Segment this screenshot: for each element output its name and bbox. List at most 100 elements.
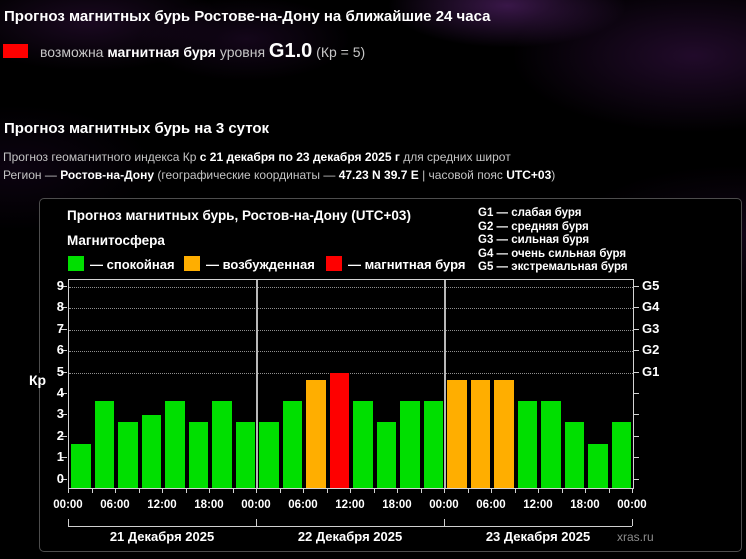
time-label-0: 00:00: [53, 499, 83, 511]
kp-bar-day1-slot6: [188, 422, 208, 488]
y-label-6: 6: [56, 342, 64, 358]
kp-bar-day3-slot2: [470, 379, 490, 488]
right-axis-label-G4: G4: [642, 299, 660, 315]
g-legend-line-3: G3 — сильная буря: [478, 234, 590, 246]
y-tick-right-6: [633, 350, 639, 352]
kp-bar-day3-slot6: [564, 422, 584, 488]
page-title-3day: Прогноз магнитных бурь на 3 суток: [4, 120, 270, 137]
gridline-kp6: [69, 351, 633, 353]
region-line-close: ): [551, 168, 556, 182]
time-label-10: 12:00: [523, 499, 553, 511]
x-tick-11: [326, 488, 328, 493]
x-tick-15: [420, 488, 422, 493]
alert-line: возможна магнитная буря уровня G1.0 (Кр …: [40, 41, 365, 62]
legend-swatch-excited: [184, 256, 200, 271]
kp-bar-day3-slot1: [447, 379, 467, 488]
y-label-7: 7: [56, 320, 64, 336]
x-tick-12: [350, 488, 351, 493]
x-tick-4: [162, 488, 163, 493]
period-suffix: для средних широт: [399, 150, 511, 164]
x-tick-2: [115, 488, 116, 493]
kp-bar-day2-slot6: [376, 422, 396, 488]
alert-prefix: возможна: [40, 44, 108, 60]
right-axis-label-G3: G3: [642, 320, 660, 336]
kp-bar-day1-slot4: [141, 415, 161, 488]
g-legend-line-2: G2 — средняя буря: [478, 220, 589, 233]
kp-bar-day2-slot5: [353, 400, 373, 488]
y-tick-right-1: [633, 457, 639, 459]
forecast-period-line: Прогноз геомагнитного индекса Кр с 21 де…: [3, 150, 511, 164]
time-label-4: 00:00: [241, 499, 271, 511]
time-label-9: 06:00: [476, 499, 506, 511]
day-separator-1: [256, 280, 258, 488]
time-label-7: 18:00: [382, 499, 412, 511]
bracket-tick-0: [68, 519, 69, 526]
magnetosphere-legend: — спокойная — возбужденная — магнитная бур…: [68, 256, 488, 272]
g-legend-line-4: G4 — очень сильная буря: [478, 247, 627, 260]
kp-bar-day2-slot1: [259, 422, 279, 488]
x-tick-9: [279, 488, 281, 493]
gridline-kp7: [69, 329, 633, 331]
x-tick-17: [467, 488, 469, 493]
kp-bar-day1-slot3: [118, 422, 138, 488]
kp-bar-day1-slot5: [165, 400, 185, 488]
tz-word: | часовой пояс: [418, 168, 507, 182]
storm-level-swatch: [3, 44, 28, 58]
y-label-8: 8: [56, 299, 64, 315]
legend-label-excited: — возбужденная: [206, 257, 315, 272]
region-name: Ростов-на-Дону: [60, 168, 155, 182]
y-tick-right-0: [633, 478, 639, 480]
kp-bar-day2-slot8: [423, 400, 443, 488]
x-tick-19: [514, 488, 516, 493]
bracket-tick-1: [256, 519, 257, 526]
kp-bar-day2-slot2: [282, 400, 302, 488]
x-tick-6: [209, 488, 210, 493]
x-tick-21: [561, 488, 563, 493]
time-label-3: 18:00: [194, 499, 224, 511]
kp-bar-day2-slot4: [329, 372, 349, 488]
legend-label-storm: — магнитная буря: [348, 257, 466, 272]
date-bracket: [68, 526, 632, 527]
kp-bar-day3-slot5: [541, 400, 561, 488]
legend-swatch-quiet: [68, 256, 84, 271]
time-label-11: 18:00: [570, 499, 600, 511]
gridline-kp8: [69, 308, 633, 310]
kp-bar-day1-slot7: [212, 400, 232, 488]
legend-label-quiet: — спокойная: [90, 257, 175, 272]
x-tick-24: [632, 488, 633, 493]
right-axis-label-G5: G5: [642, 277, 660, 293]
credit-link[interactable]: xras.ru: [617, 530, 654, 544]
y-axis-title: Кр: [27, 372, 49, 388]
tz-value: UTC+03: [506, 168, 552, 182]
kp-bar-day3-slot7: [588, 443, 608, 488]
x-tick-20: [538, 488, 539, 493]
date-label-day1: 21 Декабря 2025: [109, 529, 215, 544]
time-label-2: 12:00: [147, 499, 177, 511]
bracket-tick-2: [444, 519, 445, 526]
x-tick-14: [397, 488, 398, 493]
g-scale-legend: G1 — слабая буря G2 — средняя буря G3 — си…: [478, 207, 628, 275]
date-label-day3: 23 Декабря 2025: [485, 529, 591, 544]
page-title-24h: Прогноз магнитных бурь Ростове-на-Дону н…: [4, 8, 491, 25]
y-tick-right-2: [633, 435, 639, 437]
x-tick-5: [185, 488, 187, 493]
x-tick-16: [444, 488, 445, 493]
y-label-2: 2: [56, 427, 64, 443]
time-label-1: 06:00: [100, 499, 130, 511]
kp-bar-day3-slot3: [494, 379, 514, 488]
alert-kp-note: (Кр = 5): [312, 44, 366, 60]
region-line: Регион — Ростов-на-Дону (географические …: [3, 168, 555, 182]
time-label-6: 12:00: [335, 499, 365, 511]
y-tick-right-7: [633, 328, 639, 330]
legend-swatch-storm: [326, 256, 342, 271]
bracket-tick-3: [632, 519, 633, 526]
x-tick-3: [138, 488, 140, 493]
kp-bar-day1-slot2: [94, 400, 114, 488]
x-tick-18: [491, 488, 492, 493]
chart-panel: Прогноз магнитных бурь, Ростов-на-Дону (…: [27, 198, 742, 552]
region-word: Регион —: [3, 168, 61, 182]
x-tick-8: [256, 488, 257, 493]
kp-bar-day3-slot8: [611, 422, 631, 488]
y-label-1: 1: [56, 449, 64, 465]
x-tick-10: [303, 488, 304, 493]
